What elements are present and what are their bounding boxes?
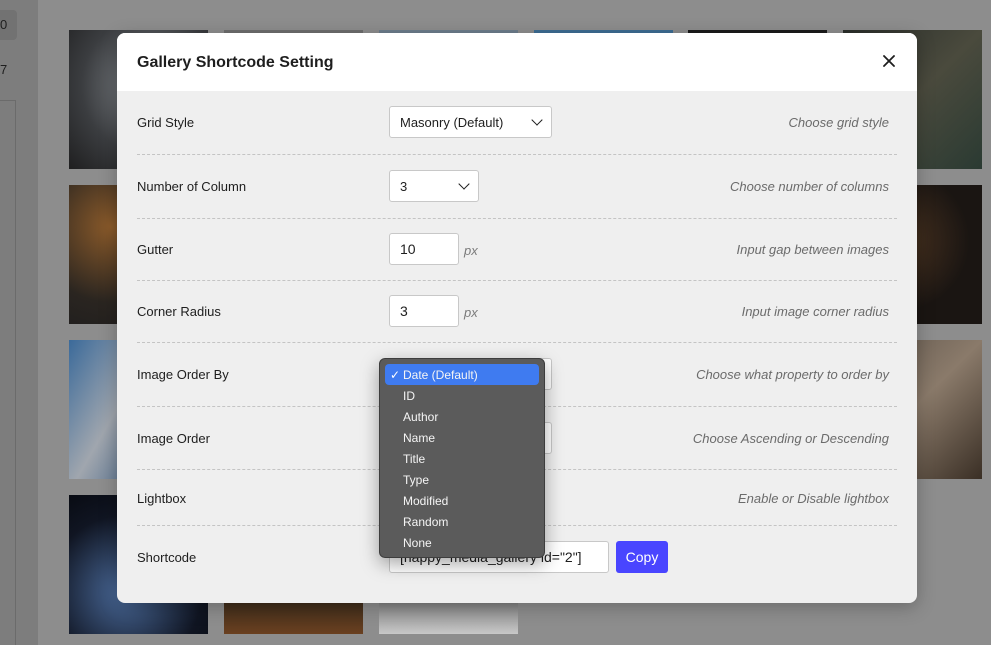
order-by-hint: Choose what property to order by	[696, 367, 889, 382]
columns-select[interactable]: 3	[389, 170, 479, 202]
menu-item-name[interactable]: Name	[385, 427, 539, 448]
menu-item-label: Random	[403, 514, 449, 529]
corner-radius-value: 3	[400, 303, 408, 319]
grid-style-label: Grid Style	[137, 115, 195, 130]
lightbox-hint: Enable or Disable lightbox	[737, 491, 889, 506]
modal-title: Gallery Shortcode Setting	[137, 54, 334, 71]
columns-value: 3	[400, 178, 408, 194]
grid-style-value: Masonry (Default)	[400, 114, 504, 130]
columns-label: Number of Column	[137, 179, 247, 194]
gutter-label: Gutter	[137, 242, 174, 257]
menu-item-none[interactable]: None	[385, 532, 539, 553]
lightbox-label: Lightbox	[137, 491, 187, 506]
background-sidebar: 0 7	[0, 0, 38, 645]
corner-radius-hint: Input image corner radius	[741, 304, 889, 319]
menu-item-label: Date (Default)	[403, 367, 478, 382]
menu-item-type[interactable]: Type	[385, 469, 539, 490]
close-button[interactable]	[877, 49, 901, 73]
order-by-label: Image Order By	[137, 367, 229, 382]
corner-radius-label: Corner Radius	[137, 304, 221, 319]
background-number: 7	[0, 62, 8, 77]
gutter-hint: Input gap between images	[736, 242, 890, 257]
corner-radius-input[interactable]: 3	[389, 295, 459, 327]
menu-item-label: Name	[403, 430, 436, 445]
menu-item-random[interactable]: Random	[385, 511, 539, 532]
row-corner-radius: Corner Radius 3 px Input image corner ra…	[137, 281, 897, 343]
menu-item-label: Type	[403, 472, 430, 487]
corner-radius-unit: px	[464, 305, 478, 320]
row-gutter: Gutter 10 px Input gap between images	[137, 219, 897, 281]
gallery-thumbnail	[379, 600, 518, 634]
order-label: Image Order	[137, 431, 210, 446]
menu-item-title[interactable]: Title	[385, 448, 539, 469]
copy-button[interactable]: Copy	[616, 541, 668, 573]
row-grid-style: Grid Style Masonry (Default) Choose grid…	[137, 91, 897, 155]
grid-style-hint: Choose grid style	[788, 115, 889, 130]
order-hint: Choose Ascending or Descending	[692, 431, 889, 446]
row-columns: Number of Column 3 Choose number of colu…	[137, 155, 897, 219]
menu-item-label: Modified	[403, 493, 449, 508]
menu-item-id[interactable]: ID	[385, 385, 539, 406]
gutter-input[interactable]: 10	[389, 233, 459, 265]
chevron-down-icon	[531, 114, 543, 126]
background-number: 0	[0, 17, 8, 32]
checkmark-icon: ✓	[390, 367, 401, 382]
gutter-value: 10	[400, 241, 416, 257]
shortcode-label: Shortcode	[137, 550, 197, 565]
grid-style-select[interactable]: Masonry (Default)	[389, 106, 552, 138]
menu-item-modified[interactable]: Modified	[385, 490, 539, 511]
menu-item-label: None	[403, 535, 432, 550]
modal-header: Gallery Shortcode Setting	[117, 33, 917, 91]
background-divider	[0, 100, 16, 645]
menu-item-date[interactable]: ✓ Date (Default)	[385, 364, 539, 385]
gutter-unit: px	[464, 243, 478, 258]
gallery-thumbnail	[224, 600, 363, 634]
chevron-down-icon	[458, 178, 470, 190]
menu-item-author[interactable]: Author	[385, 406, 539, 427]
columns-hint: Choose number of columns	[730, 179, 889, 194]
menu-item-label: Author	[403, 409, 439, 424]
close-icon	[883, 55, 895, 67]
menu-item-label: Title	[403, 451, 426, 466]
menu-item-label: ID	[403, 388, 415, 403]
order-by-dropdown-menu: ✓ Date (Default) ID Author Name Title Ty…	[379, 358, 545, 558]
